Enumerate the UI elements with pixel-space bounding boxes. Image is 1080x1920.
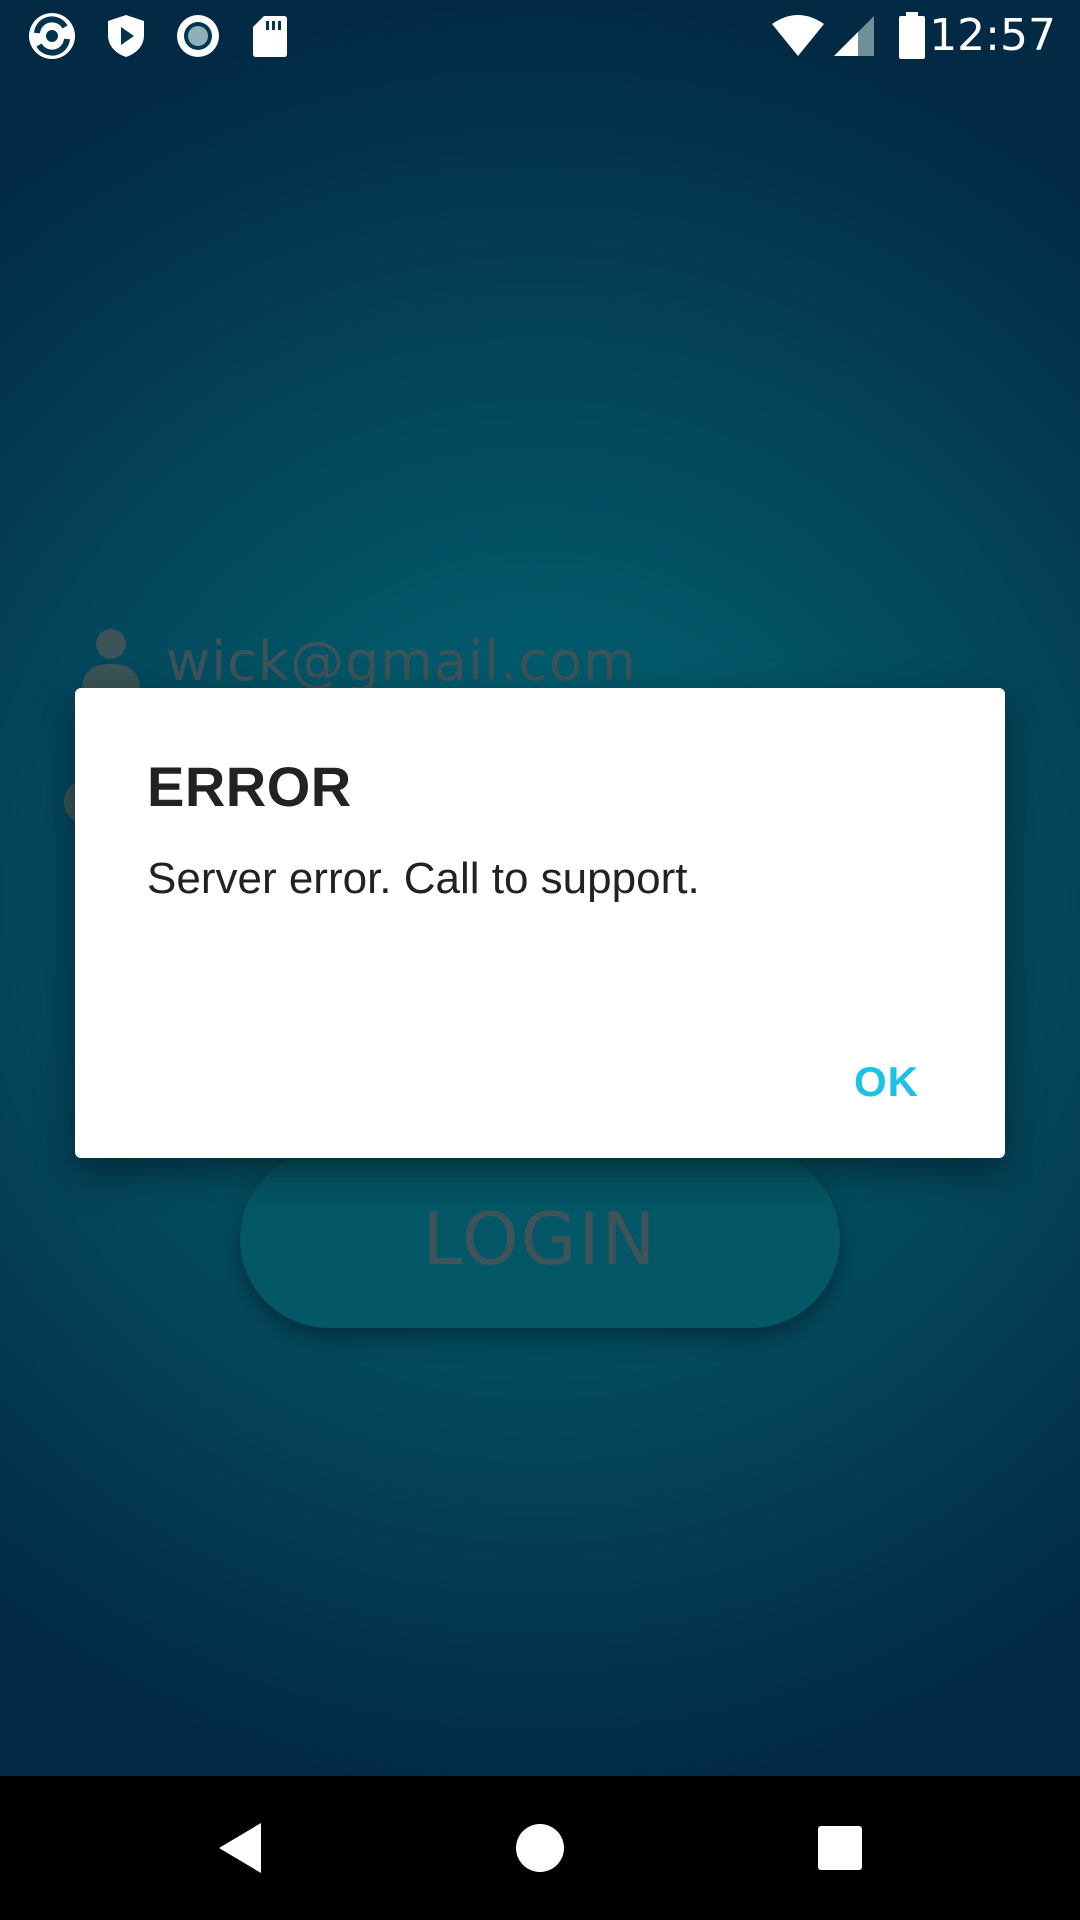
- home-icon[interactable]: [490, 1798, 590, 1898]
- email-value: wick@gmail.com: [166, 630, 637, 693]
- ok-button[interactable]: OK: [846, 1050, 927, 1114]
- back-icon[interactable]: [190, 1798, 290, 1898]
- login-button[interactable]: LOGIN: [240, 1150, 840, 1328]
- dialog-title: ERROR: [147, 755, 352, 818]
- dialog-message: Server error. Call to support.: [147, 854, 700, 903]
- error-dialog: ERROR Server error. Call to support. OK: [75, 688, 1005, 1158]
- user-icon: [76, 626, 146, 696]
- app-screen: 12:57 wick@gmail.com LOGIN ERROR Server …: [0, 0, 1080, 1776]
- navigation-bar: [0, 1776, 1080, 1920]
- recents-icon[interactable]: [790, 1798, 890, 1898]
